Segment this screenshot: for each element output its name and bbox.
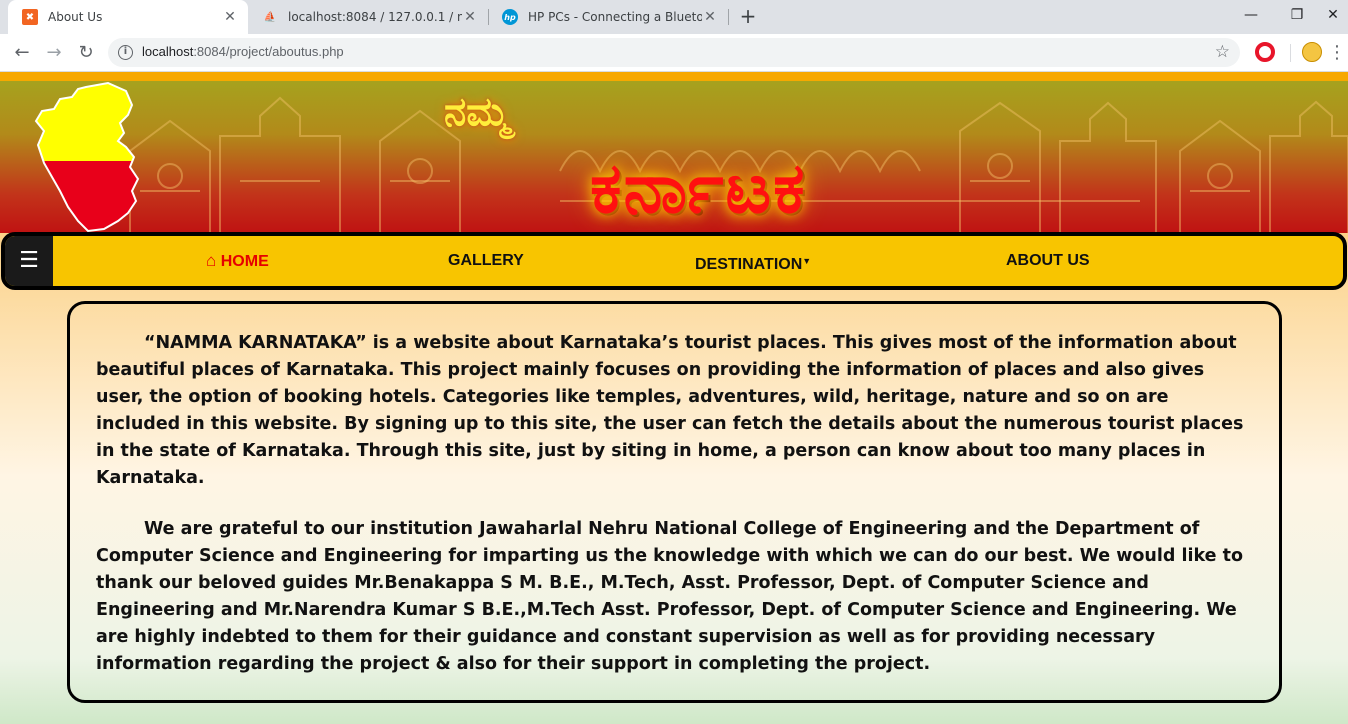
page-viewport: ನಮ್ಮ ಕರ್ನಾಟಕ ☰ ⌂ HOME GALLERY DESTINATIO… xyxy=(0,72,1348,724)
tab-title: HP PCs - Connecting a Bluetooth xyxy=(528,10,702,24)
browser-toolbar: ← → ↻ i localhost:8084/project/aboutus.p… xyxy=(0,34,1348,72)
xampp-icon: ✖ xyxy=(22,9,38,25)
forward-icon[interactable]: → xyxy=(40,39,68,67)
nav-destination-label: DESTINATION xyxy=(695,256,803,273)
hp-icon: hp xyxy=(502,9,518,25)
bookmark-star-icon[interactable]: ☆ xyxy=(1215,42,1230,62)
browser-menu-icon[interactable]: ⋮ xyxy=(1328,39,1346,67)
address-bar[interactable]: i localhost:8084/project/aboutus.php ☆ xyxy=(108,38,1240,67)
karnataka-map-icon xyxy=(34,81,140,233)
profile-avatar-icon[interactable] xyxy=(1302,42,1322,62)
browser-tab-strip: ✖ About Us ✕ ⛵ localhost:8084 / 127.0.0.… xyxy=(0,0,1348,34)
tab-phpmyadmin[interactable]: ⛵ localhost:8084 / 127.0.0.1 / nk | p ✕ xyxy=(248,0,488,34)
minimize-icon[interactable]: — xyxy=(1228,0,1274,30)
tab-title: localhost:8084 / 127.0.0.1 / nk | p xyxy=(288,10,462,24)
close-tab-icon[interactable]: ✕ xyxy=(462,9,478,25)
home-icon: ⌂ xyxy=(206,251,217,270)
nav-about-us-link[interactable]: ABOUT US xyxy=(1006,236,1090,286)
new-tab-button[interactable]: + xyxy=(736,4,760,28)
tab-title: About Us xyxy=(48,10,103,24)
nav-home-link[interactable]: ⌂ HOME xyxy=(206,236,269,286)
close-tab-icon[interactable]: ✕ xyxy=(702,9,718,25)
tab-hp-bluetooth[interactable]: hp HP PCs - Connecting a Bluetooth ✕ xyxy=(488,0,728,34)
site-banner: ನಮ್ಮ ಕರ್ನಾಟಕ xyxy=(0,81,1348,233)
hamburger-menu-icon[interactable]: ☰ xyxy=(5,236,53,286)
restore-icon[interactable]: ❐ xyxy=(1274,0,1320,30)
close-tab-icon[interactable]: ✕ xyxy=(222,9,238,25)
nav-gallery-link[interactable]: GALLERY xyxy=(448,236,524,286)
top-stripe xyxy=(0,72,1348,81)
close-window-icon[interactable]: ✕ xyxy=(1318,0,1348,30)
nav-destination-dropdown[interactable]: DESTINATION▼ xyxy=(695,236,811,286)
about-paragraph-2: We are grateful to our institution Jawah… xyxy=(96,519,1244,674)
caret-down-icon: ▼ xyxy=(802,256,812,266)
tab-about-us[interactable]: ✖ About Us ✕ xyxy=(8,0,248,34)
site-navbar: ☰ ⌂ HOME GALLERY DESTINATION▼ ABOUT US xyxy=(1,232,1347,290)
reload-icon[interactable]: ↻ xyxy=(72,39,100,67)
banner-namma-text: ನಮ್ಮ xyxy=(444,89,510,135)
about-paragraph-1: “NAMMA KARNATAKA” is a website about Kar… xyxy=(96,333,1244,488)
site-info-icon[interactable]: i xyxy=(118,45,133,60)
phpmyadmin-icon: ⛵ xyxy=(263,11,277,23)
about-us-content-box: “NAMMA KARNATAKA” is a website about Kar… xyxy=(67,301,1282,703)
address-url[interactable]: localhost:8084/project/aboutus.php xyxy=(142,44,344,59)
banner-karnataka-text: ಕರ್ನಾಟಕ xyxy=(590,147,807,229)
toolbar-divider xyxy=(1290,44,1291,62)
nav-home-label: HOME xyxy=(220,253,269,270)
back-icon[interactable]: ← xyxy=(8,39,36,67)
tab-separator xyxy=(728,9,729,25)
opera-icon[interactable] xyxy=(1255,42,1275,62)
